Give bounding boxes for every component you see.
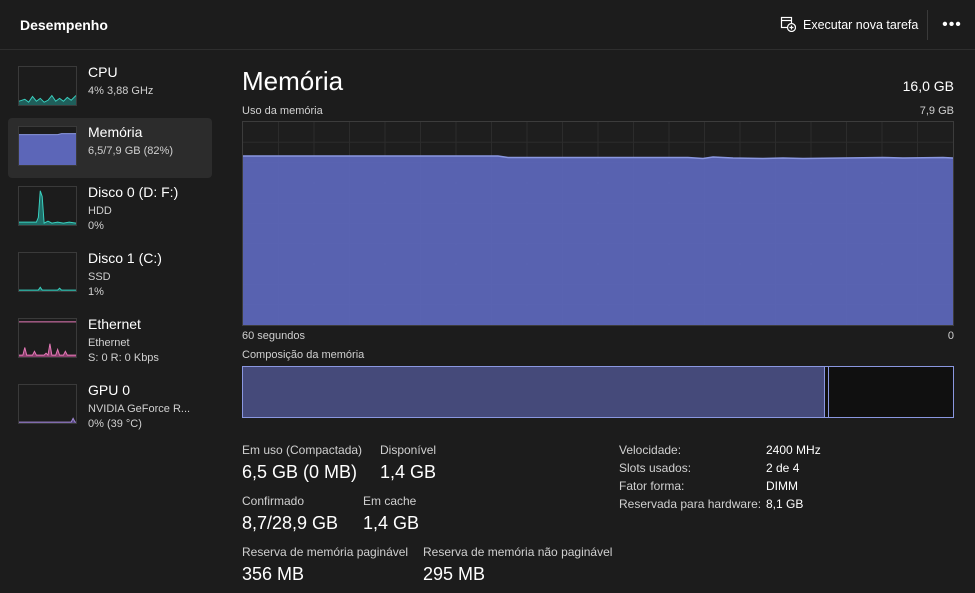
sidebar-item-disk-1[interactable]: Disco 1 (C:) SSD 1%	[8, 244, 212, 304]
cached-label: Em cache	[363, 494, 417, 508]
composition-in-use	[243, 367, 826, 417]
usage-graph-label: Uso da memória	[242, 105, 323, 117]
sidebar-item-disk-0[interactable]: Disco 0 (D: F:) HDD 0%	[8, 178, 212, 238]
speed-value: 2400 MHz	[766, 443, 821, 457]
sidebar-item-detail-2: 1%	[88, 286, 104, 298]
hardware-reserved-value: 8,1 GB	[766, 497, 804, 511]
sidebar-item-detail: SSD	[88, 271, 111, 283]
sidebar-item-name: Disco 1 (C:)	[88, 250, 162, 266]
slots-label: Slots usados:	[619, 461, 692, 475]
speed-label: Velocidade:	[619, 443, 682, 457]
sidebar-item-name: Memória	[88, 124, 143, 140]
cached-value: 1,4 GB	[363, 513, 420, 533]
sidebar-item-detail: 4% 3,88 GHz	[88, 85, 154, 97]
sidebar-item-cpu[interactable]: CPU 4% 3,88 GHz	[8, 58, 212, 118]
sidebar-item-detail: NVIDIA GeForce R...	[88, 403, 191, 415]
paged-pool-label: Reserva de memória paginável	[242, 545, 409, 559]
disk-1-thumbnail-graph	[18, 252, 77, 292]
sidebar-item-detail: HDD	[88, 205, 112, 217]
committed-label: Confirmado	[242, 494, 305, 508]
sidebar-item-detail-2: S: 0 R: 0 Kbps	[88, 352, 159, 364]
memory-composition-bar	[242, 366, 954, 418]
committed-value: 8,7/28,9 GB	[242, 513, 339, 533]
sidebar-item-memory[interactable]: Memória 6,5/7,9 GB (82%)	[8, 118, 212, 178]
sidebar-item-name: Disco 0 (D: F:)	[88, 184, 179, 200]
sidebar-item-detail: Ethernet	[88, 337, 130, 349]
composition-label: Composição da memória	[242, 349, 365, 361]
run-new-task-button[interactable]: Executar nova tarefa	[770, 10, 928, 40]
cpu-thumbnail-graph	[18, 66, 77, 106]
more-options-button[interactable]: •••	[935, 13, 969, 37]
ethernet-thumbnail-graph	[18, 318, 77, 358]
sidebar-item-detail: 6,5/7,9 GB (82%)	[88, 145, 173, 157]
memory-thumbnail-graph	[18, 126, 77, 166]
nonpaged-pool-value: 295 MB	[423, 564, 486, 584]
available-label: Disponível	[380, 443, 437, 457]
form-factor-label: Fator forma:	[619, 479, 685, 493]
sidebar-item-gpu-0[interactable]: GPU 0 NVIDIA GeForce R... 0% (39 °C)	[8, 376, 212, 436]
available-value: 1,4 GB	[380, 462, 437, 482]
total-memory: 16,0 GB	[902, 78, 954, 94]
slots-value: 2 de 4	[766, 461, 800, 475]
disk-0-thumbnail-graph	[18, 186, 77, 226]
in-use-label: Em uso (Compactada)	[242, 443, 363, 457]
time-axis-start: 60 segundos	[242, 330, 305, 342]
form-factor-value: DIMM	[766, 479, 798, 493]
sidebar: CPU 4% 3,88 GHz Memória 6,5/7,9 GB (82%)…	[0, 50, 220, 593]
usage-graph-max: 7,9 GB	[919, 105, 954, 117]
title-bar: Desempenho Executar nova tarefa •••	[0, 0, 975, 50]
memory-usage-graph	[242, 121, 954, 326]
in-use-value: 6,5 GB (0 MB)	[242, 462, 358, 482]
nonpaged-pool-label: Reserva de memória não paginável	[423, 545, 613, 559]
gpu-0-thumbnail-graph	[18, 384, 77, 424]
header-divider	[927, 10, 928, 40]
page-title: Desempenho	[20, 17, 108, 33]
sidebar-item-name: GPU 0	[88, 382, 131, 398]
sidebar-item-name: CPU	[88, 64, 118, 80]
sidebar-item-ethernet[interactable]: Ethernet Ethernet S: 0 R: 0 Kbps	[8, 310, 212, 370]
sidebar-item-name: Ethernet	[88, 316, 141, 332]
paged-pool-value: 356 MB	[242, 564, 305, 584]
time-axis-end: 0	[947, 330, 954, 342]
memory-heading: Memória	[242, 66, 344, 96]
run-new-task-label: Executar nova tarefa	[803, 18, 919, 32]
sidebar-item-detail-2: 0%	[88, 220, 104, 232]
sidebar-item-detail-2: 0% (39 °C)	[88, 418, 142, 430]
composition-standby	[828, 367, 830, 417]
memory-panel: Memória 16,0 GB Uso da memória 7,9 GB 60…	[242, 50, 954, 593]
new-task-icon	[780, 16, 797, 35]
hardware-reserved-label: Reservada para hardware:	[619, 497, 762, 511]
